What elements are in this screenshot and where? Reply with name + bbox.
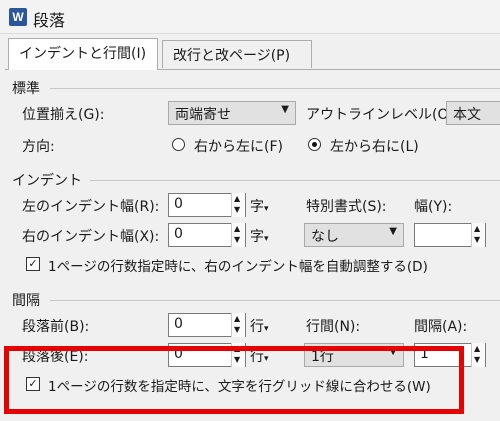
outline-level-value: 本文 — [453, 107, 481, 123]
general-section-divider — [50, 88, 500, 89]
general-section-title: 標準 — [12, 81, 40, 97]
rtl-radio[interactable] — [172, 138, 185, 151]
spin-up-icon[interactable]: ▲ — [474, 344, 480, 354]
left-indent-spinner[interactable]: ▲ ▼ — [231, 193, 245, 217]
space-before-spinner[interactable]: ▲ ▼ — [231, 313, 245, 337]
indent-width-spinner[interactable]: ▲ ▼ — [471, 223, 485, 247]
right-indent-input[interactable]: 0 ▲ ▼ — [168, 223, 246, 247]
chevron-down-icon: ▼ — [281, 104, 289, 115]
chevron-down-icon: ▼ — [389, 226, 397, 237]
space-before-value: 0 — [174, 316, 183, 332]
left-indent-input[interactable]: 0 ▲ ▼ — [168, 193, 246, 217]
spin-down-icon[interactable]: ▼ — [234, 235, 240, 245]
right-indent-label: 右のインデント幅(X): — [22, 229, 160, 245]
window-title: 段落 — [33, 11, 66, 30]
space-before-unit[interactable]: 行▾ — [250, 316, 269, 336]
spin-up-icon[interactable]: ▲ — [234, 224, 240, 234]
spin-down-icon[interactable]: ▼ — [474, 235, 480, 245]
highlight-annotation-box — [4, 346, 464, 414]
indent-section-divider — [90, 180, 500, 181]
line-spacing-label: 行間(N): — [306, 319, 361, 335]
spin-down-icon[interactable]: ▼ — [474, 355, 480, 365]
space-before-input[interactable]: 0 ▲ ▼ — [168, 313, 246, 337]
spin-up-icon[interactable]: ▲ — [474, 224, 480, 234]
indent-width-input[interactable]: ▲ ▼ — [414, 223, 486, 247]
indent-section-title: インデント — [12, 173, 82, 189]
space-before-label: 段落前(B): — [22, 319, 90, 335]
indent-width-label: 幅(Y): — [414, 199, 453, 215]
tab-line-page-breaks[interactable]: 改行と改ページ(P) — [162, 40, 312, 68]
spin-up-icon[interactable]: ▲ — [234, 314, 240, 324]
title-bar: W 段落 — [0, 0, 500, 34]
spacing-section-divider — [50, 300, 500, 301]
outline-level-select[interactable]: 本文 — [446, 101, 500, 125]
auto-adjust-label[interactable]: 1ページの行数指定時に、右のインデント幅を自動調整する(D) — [48, 255, 428, 275]
ltr-radio-label[interactable]: 左から右に(L) — [330, 136, 419, 156]
spin-up-icon[interactable]: ▲ — [234, 194, 240, 204]
spacing-section-title: 間隔 — [12, 293, 40, 309]
right-indent-unit[interactable]: 字▾ — [250, 226, 269, 246]
direction-label: 方向: — [22, 139, 55, 155]
special-indent-select[interactable]: なし ▼ — [304, 223, 404, 247]
line-spacing-at-label: 間隔(A): — [414, 319, 468, 335]
special-indent-value: なし — [311, 229, 339, 245]
word-app-icon: W — [9, 8, 27, 26]
right-indent-value: 0 — [174, 226, 183, 242]
left-indent-value: 0 — [174, 196, 183, 212]
spin-down-icon[interactable]: ▼ — [234, 205, 240, 215]
auto-adjust-checkbox[interactable]: ✓ — [26, 257, 40, 271]
outline-level-label: アウトラインレベル(O): — [306, 107, 459, 123]
alignment-select[interactable]: 両端寄せ ▼ — [168, 101, 296, 125]
rtl-radio-label[interactable]: 右から左に(F) — [194, 136, 283, 156]
ltr-radio[interactable] — [308, 138, 321, 151]
line-spacing-at-spinner[interactable]: ▲ ▼ — [471, 343, 485, 367]
special-indent-label: 特別書式(S): — [306, 199, 387, 215]
left-indent-unit[interactable]: 字▾ — [250, 196, 269, 216]
left-indent-label: 左のインデント幅(R): — [22, 199, 160, 215]
alignment-select-value: 両端寄せ — [175, 107, 231, 123]
tab-indent-spacing[interactable]: インデントと行間(I) — [8, 38, 158, 70]
right-indent-spinner[interactable]: ▲ ▼ — [231, 223, 245, 247]
spin-down-icon[interactable]: ▼ — [234, 325, 240, 335]
alignment-label: 位置揃え(G): — [22, 107, 105, 123]
